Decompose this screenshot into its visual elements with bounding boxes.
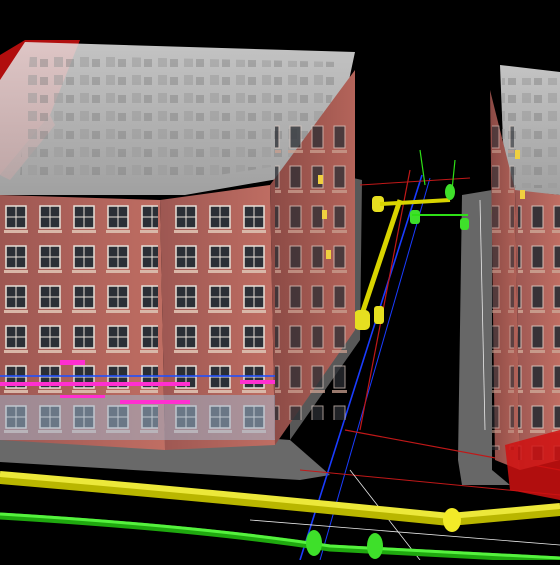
- building-left[interactable]: [0, 42, 355, 450]
- building-right[interactable]: [490, 65, 560, 470]
- 3d-model-viewport[interactable]: [0, 0, 560, 564]
